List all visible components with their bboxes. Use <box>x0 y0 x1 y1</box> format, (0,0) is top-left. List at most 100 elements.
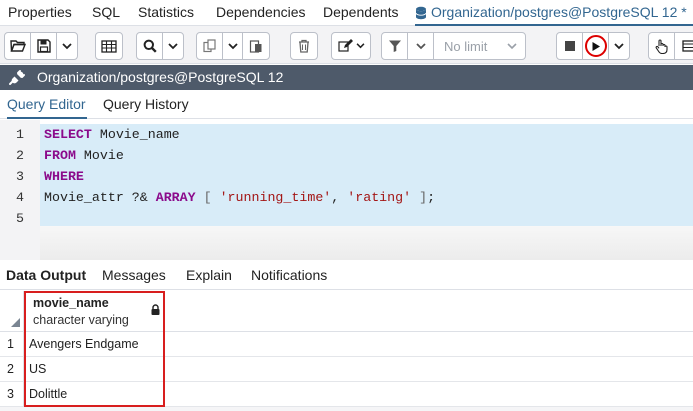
delete-group <box>290 32 318 60</box>
tab-properties[interactable]: Properties <box>8 0 72 26</box>
grid-header: movie_name character varying <box>0 291 693 332</box>
code-line[interactable]: 1 SELECT Movie_name <box>0 124 693 145</box>
copy-options-dropdown[interactable] <box>223 33 243 59</box>
tab-query-history[interactable]: Query History <box>103 91 189 119</box>
paste-button[interactable] <box>243 33 269 59</box>
cell-divider <box>164 382 165 407</box>
row-number[interactable]: 2 <box>0 357 24 382</box>
chevron-down-icon <box>62 42 72 49</box>
chevron-down-icon <box>507 42 517 49</box>
tab-sql[interactable]: SQL <box>92 0 120 26</box>
edit-grid-button[interactable] <box>96 33 122 59</box>
filter-options-dropdown[interactable] <box>408 33 434 59</box>
filter-button[interactable] <box>382 33 408 59</box>
filter-group: No limit <box>381 32 526 60</box>
sql-token: [ <box>195 190 220 205</box>
execute-options-dropdown[interactable] <box>609 33 629 59</box>
connection-bar: Organization/postgres@PostgreSQL 12 <box>0 65 693 90</box>
code-text: SELECT Movie_name <box>44 124 180 145</box>
line-number: 1 <box>16 127 24 142</box>
save-file-button[interactable] <box>31 33 57 59</box>
select-all-cell[interactable] <box>0 291 24 332</box>
tab-notifications[interactable]: Notifications <box>251 260 327 290</box>
cell-value[interactable]: US <box>29 357 46 382</box>
column-type: character varying <box>33 313 129 327</box>
line-number: 5 <box>16 211 24 226</box>
sql-token: , <box>331 190 348 205</box>
result-grid: movie_name character varying 1 Avengers … <box>0 291 693 411</box>
execute-button[interactable] <box>583 33 609 59</box>
edit-options-button[interactable] <box>332 33 370 59</box>
table-icon <box>681 40 693 52</box>
play-icon <box>592 41 600 51</box>
save-options-dropdown[interactable] <box>57 33 77 59</box>
tab-query-editor[interactable]: Query Editor <box>7 91 87 119</box>
table-row[interactable]: 3 Dolittle <box>0 382 693 407</box>
stop-icon <box>564 41 575 51</box>
filter-icon <box>388 40 401 52</box>
connection-label[interactable]: Organization/postgres@PostgreSQL 12 <box>37 65 283 90</box>
corner-triangle-icon <box>11 318 20 327</box>
sql-keyword: FROM <box>44 148 76 163</box>
tab-explain[interactable]: Explain <box>186 260 232 290</box>
tab-query-tool[interactable]: Organization/postgres@PostgreSQL 12 * <box>415 0 693 26</box>
tab-data-output[interactable]: Data Output <box>6 260 86 290</box>
delete-row-button[interactable] <box>291 33 317 59</box>
chevron-down-icon <box>227 42 238 49</box>
find-options-dropdown[interactable] <box>163 33 183 59</box>
sql-token: Movie_attr ?& <box>44 190 156 205</box>
tab-dependents[interactable]: Dependents <box>323 0 399 26</box>
row-limit-select[interactable]: No limit <box>434 33 525 59</box>
find-button[interactable] <box>137 33 163 59</box>
copy-button[interactable] <box>197 33 223 59</box>
tab-statistics[interactable]: Statistics <box>138 0 194 26</box>
panel-tab-bar: Properties SQL Statistics Dependencies D… <box>0 0 693 26</box>
grid-group <box>95 32 123 60</box>
database-icon <box>415 7 427 20</box>
tab-messages[interactable]: Messages <box>102 260 166 290</box>
execute-highlight-ring <box>584 35 607 57</box>
sql-token: ] <box>411 190 428 205</box>
editor-splitter[interactable] <box>40 226 693 260</box>
sql-string: 'running_time' <box>219 190 332 205</box>
column-name[interactable]: movie_name <box>33 296 109 310</box>
table-row[interactable]: 2 US <box>0 357 693 382</box>
commit-button[interactable] <box>649 33 675 59</box>
paste-icon <box>249 40 262 53</box>
chevron-down-icon <box>168 42 178 49</box>
sql-token: ; <box>427 190 436 205</box>
rollback-button[interactable] <box>675 33 693 59</box>
find-group <box>136 32 184 60</box>
tab-dependencies[interactable]: Dependencies <box>216 0 306 26</box>
lock-icon <box>151 304 160 315</box>
code-line[interactable]: 2 FROM Movie <box>0 145 693 166</box>
copy-icon <box>202 39 216 53</box>
row-number[interactable]: 3 <box>0 382 24 407</box>
connection-plug-icon[interactable] <box>8 69 26 86</box>
table-row[interactable]: 1 Avengers Endgame <box>0 332 693 357</box>
edit-icon <box>337 39 353 52</box>
hand-pointer-icon <box>655 38 668 54</box>
code-text: Movie_attr ?& ARRAY [ 'running_time', 'r… <box>44 187 435 208</box>
row-number[interactable]: 1 <box>0 332 24 357</box>
cell-value[interactable]: Avengers Endgame <box>29 332 139 357</box>
stop-button[interactable] <box>557 33 583 59</box>
sql-token: Movie_name <box>91 127 180 142</box>
code-line[interactable]: 3 WHERE <box>0 166 693 187</box>
code-line[interactable]: 4 Movie_attr ?& ARRAY [ 'running_time', '… <box>0 187 693 208</box>
file-group <box>4 32 78 60</box>
cell-divider <box>164 357 165 382</box>
line-number: 4 <box>16 190 24 205</box>
sql-keyword: WHERE <box>44 169 84 184</box>
code-text: FROM Movie <box>44 145 124 166</box>
line-number: 2 <box>16 148 24 163</box>
cell-divider <box>164 332 165 357</box>
chevron-down-icon <box>614 42 624 49</box>
column-divider[interactable] <box>164 291 165 332</box>
execute-group <box>556 32 630 60</box>
clipboard-group <box>196 32 270 60</box>
open-file-button[interactable] <box>5 33 31 59</box>
cell-value[interactable]: Dolittle <box>29 382 67 407</box>
code-text: WHERE <box>44 166 84 187</box>
sql-keyword: ARRAY <box>155 190 196 205</box>
